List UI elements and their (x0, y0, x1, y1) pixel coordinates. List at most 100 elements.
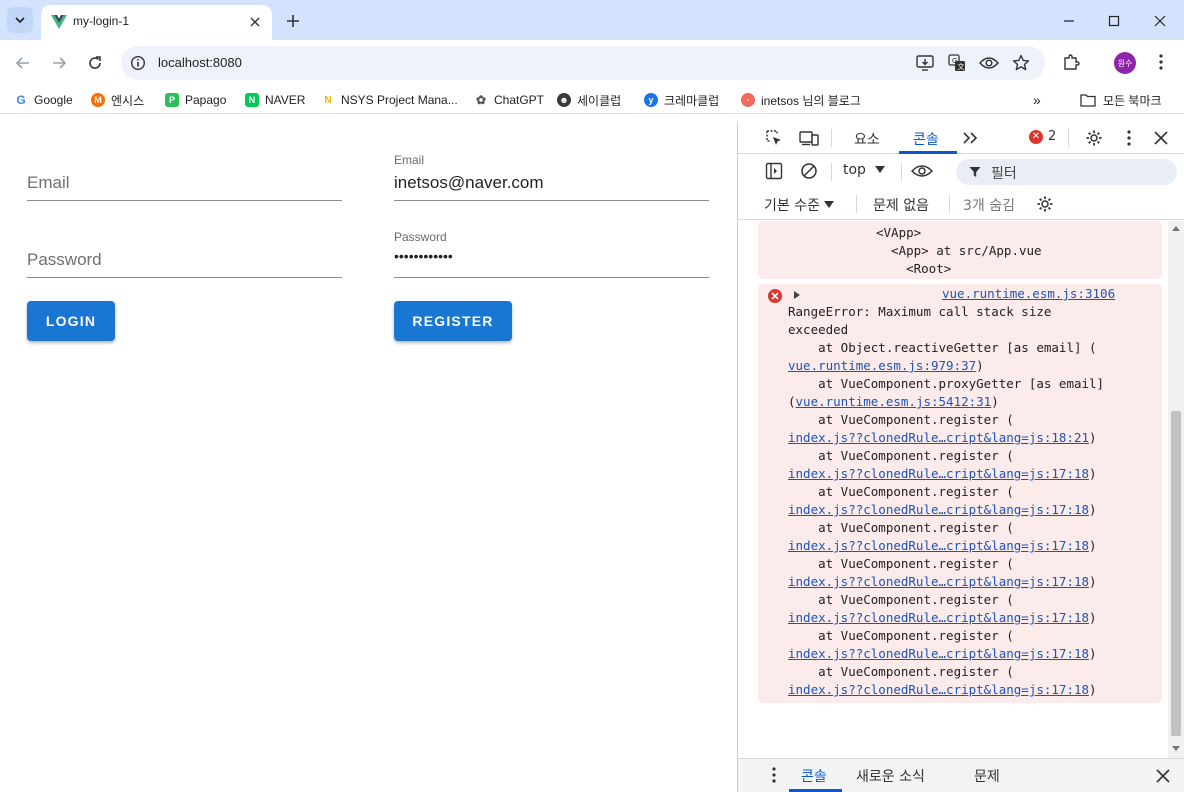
maximize-button[interactable] (1103, 10, 1125, 32)
register-button[interactable]: REGISTER (394, 301, 512, 341)
console-filter-input[interactable]: 필터 (956, 159, 1177, 185)
reload-icon (89, 56, 101, 69)
m-icon: M (91, 93, 105, 107)
stack-frame-function: at VueComponent.register ( (788, 664, 1014, 679)
register-password-value[interactable]: •••••••••••• (394, 248, 453, 264)
error-source-link[interactable]: vue.runtime.esm.js:3106 (942, 285, 1115, 303)
extensions-icon[interactable] (1060, 51, 1082, 73)
bookmark-naver[interactable]: N NAVER (245, 91, 305, 109)
sidebar-toggle-icon[interactable] (762, 159, 786, 183)
vue-logo-icon (51, 15, 67, 29)
log-level-selector[interactable]: 기본 수준 (764, 195, 834, 215)
bookmark-nsys-project[interactable]: N NSYS Project Mana... (321, 91, 458, 109)
stack-frame-link[interactable]: index.js??clonedRule…cript&lang=js:17:18 (788, 682, 1089, 697)
tab-console[interactable]: 콘솔 (913, 129, 939, 149)
scrollbar-thumb[interactable] (1171, 411, 1181, 736)
stack-frame-link[interactable]: index.js??clonedRule…cript&lang=js:17:18 (788, 646, 1089, 661)
login-email-field[interactable]: Email (27, 161, 342, 201)
settings-gear-icon[interactable] (1082, 126, 1106, 150)
issues-count[interactable]: 문제 없음 (873, 195, 929, 215)
reload-button[interactable] (82, 50, 108, 76)
drawer-tab-whats-new[interactable]: 새로운 소식 (856, 766, 925, 786)
bookmark-blog[interactable]: · inetsos 님의 블로그 (741, 91, 861, 109)
close-drawer-icon[interactable] (1151, 764, 1175, 788)
crema-icon: y (644, 93, 658, 107)
stack-frame-link[interactable]: index.js??clonedRule…cript&lang=js:17:18 (788, 502, 1089, 517)
install-app-icon[interactable] (915, 53, 935, 73)
register-password-field[interactable]: Password •••••••••••• (394, 228, 709, 278)
drawer-tab-console[interactable]: 콘솔 (801, 766, 827, 786)
translate-icon[interactable]: G文 (947, 53, 967, 73)
forward-button[interactable] (46, 50, 72, 76)
stack-frame-link[interactable]: index.js??clonedRule…cript&lang=js:17:18 (788, 574, 1089, 589)
error-message-line: exceeded (788, 322, 849, 337)
back-button[interactable] (10, 50, 36, 76)
minimize-button[interactable] (1058, 10, 1080, 32)
bookmark-crema[interactable]: y 크레마클럽 (644, 91, 719, 109)
drawer-tab-issues[interactable]: 문제 (974, 766, 1000, 786)
bookmark-star-icon[interactable] (1011, 53, 1031, 73)
clear-console-icon[interactable] (797, 159, 821, 183)
scroll-up-arrow[interactable] (1172, 226, 1180, 231)
login-password-field[interactable]: Password (27, 238, 342, 278)
tab-elements[interactable]: 요소 (854, 129, 880, 149)
scroll-down-arrow[interactable] (1172, 746, 1180, 751)
filter-icon (969, 167, 981, 177)
filter-placeholder: 필터 (991, 166, 1017, 182)
address-bar[interactable]: localhost:8080 G文 (121, 46, 1045, 80)
separator (856, 195, 857, 213)
console-error-message[interactable]: vue.runtime.esm.js:3106 RangeError: Maxi… (758, 284, 1162, 703)
stack-frame-location: index.js??clonedRule…cript&lang=js:17:18… (788, 609, 1104, 627)
stack-frame-link[interactable]: vue.runtime.esm.js:979:37 (788, 358, 976, 373)
device-toolbar-icon[interactable] (797, 126, 821, 150)
more-vert-icon[interactable] (1150, 51, 1172, 73)
bookmark-sayclub[interactable]: ☻ 세이클럽 (557, 91, 621, 109)
register-email-field[interactable]: Email inetsos@naver.com (394, 151, 709, 201)
profile-avatar[interactable]: 원수 (1114, 52, 1136, 74)
stack-frame-link[interactable]: index.js??clonedRule…cript&lang=js:18:21 (788, 430, 1089, 445)
field-underline (27, 277, 342, 278)
console-scrollbar[interactable] (1168, 221, 1184, 758)
separator (831, 129, 832, 147)
inspect-element-icon[interactable] (762, 126, 786, 150)
tab-search-button[interactable] (7, 7, 33, 33)
context-selector[interactable]: top (843, 162, 885, 178)
login-button[interactable]: LOGIN (27, 301, 115, 341)
all-bookmarks-button[interactable]: 모든 북마크 (1080, 91, 1162, 109)
stack-frame-paren: ) (1089, 466, 1097, 481)
register-email-value[interactable]: inetsos@naver.com (394, 173, 544, 193)
active-tab-indicator (899, 151, 957, 154)
more-vert-icon[interactable] (1117, 126, 1141, 150)
new-tab-button[interactable] (282, 10, 304, 32)
url-text[interactable]: localhost:8080 (158, 55, 242, 70)
stack-frame-link[interactable]: vue.runtime.esm.js:5412:31 (796, 394, 992, 409)
bookmarks-overflow-button[interactable]: » (1033, 91, 1041, 109)
stack-frame-link[interactable]: index.js??clonedRule…cript&lang=js:17:18 (788, 466, 1089, 481)
drawer-menu-icon[interactable] (762, 763, 786, 787)
console-settings-gear-icon[interactable] (1033, 192, 1057, 216)
live-expression-eye-icon[interactable] (910, 159, 934, 183)
more-tabs-icon[interactable] (958, 126, 982, 150)
page-content: Email Password LOGIN Email inetsos@naver… (0, 121, 737, 792)
register-email-label: Email (394, 153, 425, 167)
stack-frame-location: vue.runtime.esm.js:979:37) (788, 357, 1104, 375)
error-icon: ✕ (1029, 129, 1043, 144)
site-info-icon[interactable] (129, 54, 147, 72)
stack-frame-link[interactable]: index.js??clonedRule…cript&lang=js:17:18 (788, 610, 1089, 625)
close-devtools-icon[interactable] (1149, 126, 1173, 150)
browser-tab[interactable]: my-login-1 (41, 5, 272, 40)
bookmark-chatgpt[interactable]: ✿ ChatGPT (474, 91, 544, 109)
window-close-button[interactable] (1149, 10, 1171, 32)
error-count-badge[interactable]: ✕ 2 (1029, 129, 1056, 144)
tab-close-button[interactable] (246, 13, 264, 31)
stack-frame-location: index.js??clonedRule…cript&lang=js:17:18… (788, 537, 1104, 555)
bookmark-papago[interactable]: P Papago (165, 91, 226, 109)
chatgpt-icon: ✿ (474, 93, 488, 107)
chevron-down-icon (15, 17, 25, 24)
eye-icon[interactable] (979, 53, 999, 73)
stack-frame-link[interactable]: index.js??clonedRule…cript&lang=js:17:18 (788, 538, 1089, 553)
bookmark-label: NAVER (265, 93, 306, 107)
bookmark-nsys[interactable]: M 엔시스 (91, 91, 144, 109)
bookmark-google[interactable]: G Google (14, 91, 73, 109)
expand-triangle-icon[interactable] (794, 291, 800, 299)
